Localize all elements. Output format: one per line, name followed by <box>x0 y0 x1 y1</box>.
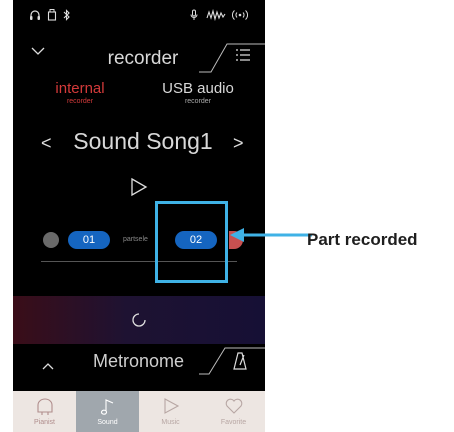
play-icon[interactable] <box>127 176 149 198</box>
menu-icon[interactable] <box>235 48 251 62</box>
metronome-icon[interactable] <box>231 351 249 371</box>
nav-label: Favorite <box>220 419 247 426</box>
nav-label: Music <box>161 419 180 426</box>
chevron-down-icon[interactable] <box>29 44 47 58</box>
heart-icon <box>225 398 242 414</box>
part-1-button[interactable]: 01 <box>68 231 110 249</box>
nav-sound[interactable]: Sound <box>76 391 139 432</box>
nav-label: Pianist <box>33 419 55 426</box>
loading-icon <box>131 312 147 328</box>
song-name: Sound Song1 <box>73 128 213 154</box>
tab-internal-recorder[interactable]: internal recorder <box>35 80 125 106</box>
tab-label: internal <box>55 80 105 97</box>
piano-icon <box>36 398 53 415</box>
tab-usb-audio-recorder[interactable]: USB audio recorder <box>153 80 243 106</box>
callout-arrow <box>230 228 312 242</box>
usb-memory-icon <box>47 9 57 25</box>
tab-sublabel: recorder <box>66 98 94 105</box>
previous-song-button[interactable]: < <box>41 133 52 154</box>
page-title: recorder <box>107 48 179 69</box>
bottom-nav: Pianist Sound Music Favorite <box>13 391 265 432</box>
header-divider <box>199 42 265 79</box>
metronome-label: Metronome <box>93 351 185 371</box>
nav-music[interactable]: Music <box>139 391 202 432</box>
music-note-icon <box>100 399 113 415</box>
part-highlight-box <box>155 201 228 283</box>
chevron-up-icon[interactable] <box>41 358 55 370</box>
tab-sublabel: recorder <box>184 98 212 105</box>
microphone-icon <box>189 9 199 25</box>
tab-label: USB audio <box>162 80 234 97</box>
wireless-icon <box>231 9 249 25</box>
part-select-label: partsele <box>123 236 148 243</box>
play-icon <box>163 398 179 414</box>
nav-label: Sound <box>97 419 118 426</box>
bluetooth-icon <box>63 9 71 25</box>
headphones-icon <box>29 9 41 25</box>
nav-favorite[interactable]: Favorite <box>202 391 265 432</box>
next-song-button[interactable]: > <box>233 133 244 154</box>
record-toggle[interactable] <box>43 232 59 248</box>
callout-label: Part recorded <box>307 230 418 249</box>
nav-pianist[interactable]: Pianist <box>13 391 76 432</box>
audio-wave-icon <box>206 8 226 25</box>
